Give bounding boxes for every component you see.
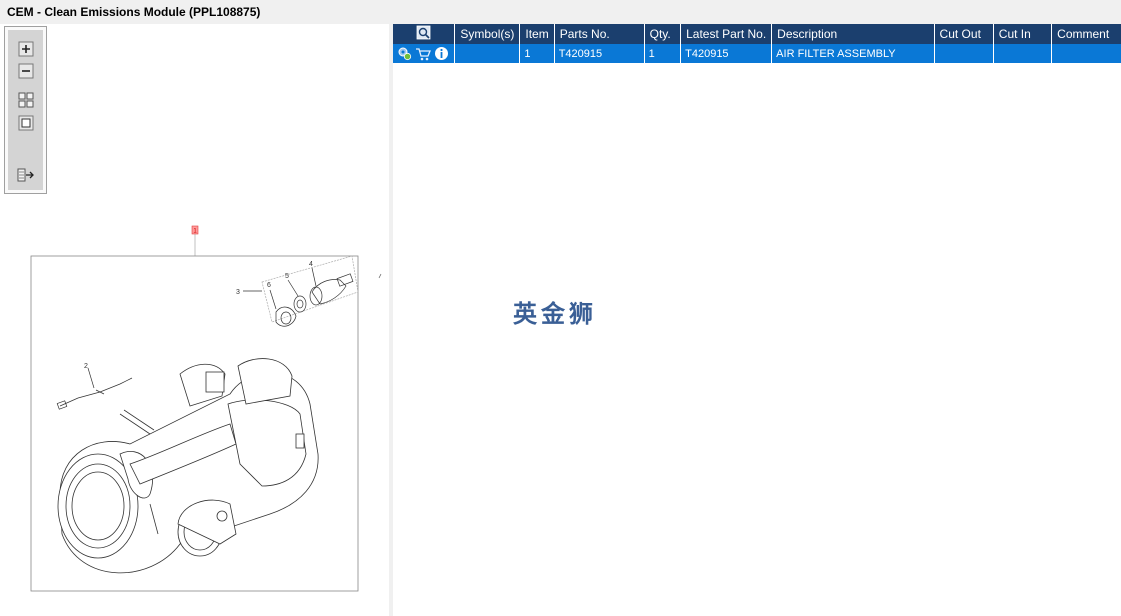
zoom-in-icon[interactable] (17, 40, 35, 58)
row-cut-out (934, 44, 994, 63)
zoom-out-icon[interactable] (17, 62, 35, 80)
exploded-detail (243, 255, 359, 327)
settings-gear-icon[interactable] (397, 46, 412, 61)
column-header-item[interactable]: Item (519, 24, 555, 44)
column-header-parts-no[interactable]: Parts No. (554, 24, 645, 44)
column-header-cut-in[interactable]: Cut In (993, 24, 1053, 44)
search-icon[interactable] (416, 25, 432, 41)
view-toolbar (4, 26, 47, 194)
sensor-part (56, 367, 133, 410)
row-qty: 1 (644, 44, 682, 63)
table-row[interactable]: 1 T420915 1 T420915 AIR FILTER ASSEMBLY (393, 44, 1121, 63)
column-header-search[interactable] (393, 24, 456, 44)
actual-size-icon[interactable] (17, 114, 35, 132)
info-icon[interactable] (434, 46, 449, 61)
column-header-comment[interactable]: Comment (1051, 24, 1121, 44)
cart-icon[interactable] (415, 47, 431, 61)
fit-all-icon[interactable] (17, 91, 35, 109)
column-header-qty[interactable]: Qty. (644, 24, 682, 44)
row-part-no: T420915 (554, 44, 645, 63)
parts-table: Symbol(s) Item Parts No. Qty. Latest Par… (393, 24, 1121, 63)
row-comment (1051, 44, 1121, 63)
export-icon[interactable] (17, 166, 35, 184)
column-header-cut-out[interactable]: Cut Out (934, 24, 994, 44)
column-header-symbols[interactable]: Symbol(s) (454, 24, 521, 44)
row-icons-cell (393, 44, 456, 63)
callout-6: 6 (267, 282, 271, 289)
callout-5: 5 (285, 273, 289, 280)
callout-2: 2 (84, 363, 88, 370)
table-header-row: Symbol(s) Item Parts No. Qty. Latest Par… (393, 24, 1121, 44)
callout-3: 3 (236, 289, 240, 296)
watermark-text: 英金狮 (513, 300, 597, 328)
parts-list-pane: Symbol(s) Item Parts No. Qty. Latest Par… (393, 24, 1121, 616)
row-description: AIR FILTER ASSEMBLY (771, 44, 935, 63)
column-header-latest-part-no[interactable]: Latest Part No. (680, 24, 773, 44)
illustration-pane: 1 3 6 5 4 2 (0, 24, 389, 616)
row-latest-part-no: T420915 (680, 44, 773, 63)
parts-illustration[interactable]: 1 3 6 5 4 2 (0, 24, 389, 616)
row-cut-in (993, 44, 1053, 63)
callout-4: 4 (309, 261, 313, 268)
row-item: 1 (519, 44, 555, 63)
window-title: CEM - Clean Emissions Module (PPL108875) (0, 0, 1121, 24)
column-header-description[interactable]: Description (771, 24, 935, 44)
row-symbols (454, 44, 521, 63)
